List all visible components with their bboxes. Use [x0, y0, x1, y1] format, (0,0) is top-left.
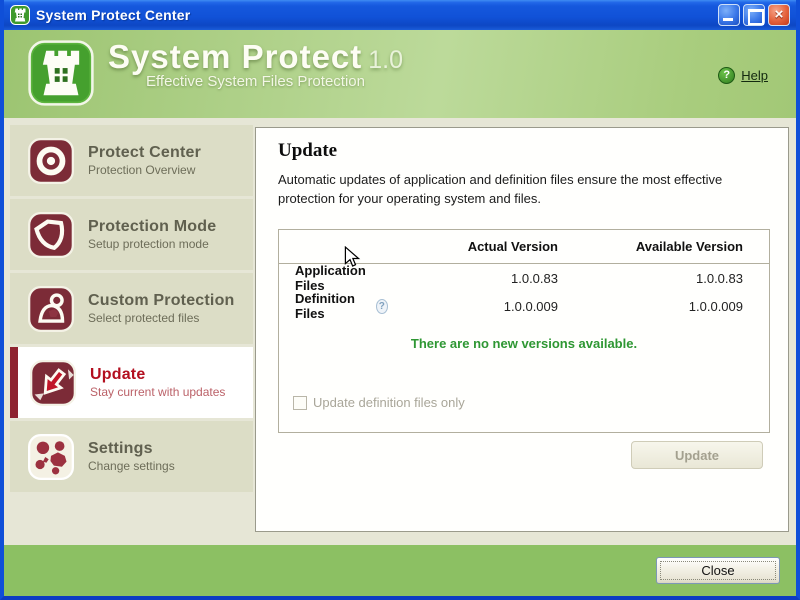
- sidebar-item-protect-center[interactable]: Protect Center Protection Overview: [10, 125, 253, 196]
- sidebar-item-protection-mode[interactable]: Protection Mode Setup protection mode: [10, 199, 253, 270]
- footer-bar: Close: [4, 545, 796, 596]
- sidebar-item-title: Settings: [88, 440, 153, 457]
- update-button[interactable]: Update: [631, 441, 763, 469]
- page-description: Automatic updates of application and def…: [278, 172, 723, 206]
- row-label: Application Files: [295, 263, 366, 293]
- actual-version-value: 1.0.0.009: [503, 298, 558, 314]
- window-title: System Protect Center: [36, 7, 191, 23]
- column-header-actual-version: Actual Version: [467, 239, 558, 254]
- sidebar-item-subtitle: Protection Overview: [88, 163, 196, 177]
- app-castle-icon: [10, 5, 30, 25]
- sidebar-item-subtitle: Select protected files: [88, 311, 200, 325]
- sidebar-item-subtitle: Setup protection mode: [88, 237, 209, 251]
- help-link[interactable]: Help: [741, 68, 768, 83]
- maximize-button[interactable]: [743, 4, 765, 26]
- sidebar-item-title: Custom Protection: [88, 292, 235, 309]
- close-window-button[interactable]: ×: [768, 4, 790, 26]
- castle-logo-icon: [28, 40, 94, 106]
- row-label-text: Definition Files: [295, 291, 355, 321]
- definition-files-help-icon[interactable]: ?: [375, 298, 388, 314]
- content-panel: Update Automatic updates of application …: [255, 127, 789, 532]
- available-version-value: 1.0.0.009: [688, 298, 743, 314]
- status-message: There are no new versions available.: [410, 336, 638, 351]
- version-table: Actual Version Available Version Applica…: [278, 229, 770, 433]
- minimize-button[interactable]: [718, 4, 740, 26]
- brand-block: System Protect 1.0 Effective System Files…: [108, 38, 403, 90]
- sidebar-item-title: Protect Center: [88, 144, 202, 161]
- actual-version-value: 1.0.0.83: [511, 270, 558, 286]
- close-button[interactable]: Close: [656, 557, 780, 584]
- table-header-row: Actual Version Available Version: [279, 230, 769, 264]
- checkbox-label: Update definition files only: [313, 395, 465, 410]
- sidebar-item-subtitle: Stay current with updates: [90, 385, 226, 399]
- sidebar-item-subtitle: Change settings: [88, 459, 175, 473]
- sidebar-item-update[interactable]: Update Stay current with updates: [10, 347, 253, 418]
- sidebar-nav: Protect Center Protection Overview Prote…: [10, 125, 253, 495]
- app-name: System Protect: [108, 38, 363, 75]
- window-controls: ×: [715, 4, 790, 26]
- available-version-value: 1.0.0.83: [696, 270, 743, 286]
- row-label: Definition Files ?: [279, 291, 388, 321]
- page-title: Update: [278, 140, 338, 161]
- table-row-application-files: Application Files 1.0.0.83 1.0.0.83: [279, 263, 769, 293]
- table-row-definition-files: Definition Files ? 1.0.0.009 1.0.0.009: [279, 291, 769, 321]
- gears-icon: [28, 433, 74, 480]
- sidebar-item-title: Update: [90, 366, 146, 383]
- app-header: System Protect 1.0 Effective System Files…: [4, 30, 796, 118]
- target-icon: [28, 137, 74, 184]
- help-area[interactable]: ? Help: [718, 67, 768, 84]
- app-version: 1.0: [368, 46, 404, 74]
- app-window: System Protect Center × System Protect 1.…: [0, 0, 800, 600]
- app-tagline: Effective System Files Protection: [146, 73, 365, 90]
- sidebar-item-title: Protection Mode: [88, 218, 217, 235]
- user-files-icon: [28, 285, 74, 332]
- shield-icon: [28, 211, 74, 258]
- update-definition-only-checkbox-row[interactable]: Update definition files only: [293, 395, 465, 410]
- download-arrow-icon: [30, 359, 76, 406]
- column-header-available-version: Available Version: [635, 239, 743, 254]
- checkbox[interactable]: [293, 395, 307, 410]
- sidebar-item-settings[interactable]: Settings Change settings: [10, 421, 253, 492]
- titlebar[interactable]: System Protect Center ×: [4, 0, 796, 30]
- sidebar-item-custom-protection[interactable]: Custom Protection Select protected files: [10, 273, 253, 344]
- help-question-icon: ?: [718, 67, 736, 84]
